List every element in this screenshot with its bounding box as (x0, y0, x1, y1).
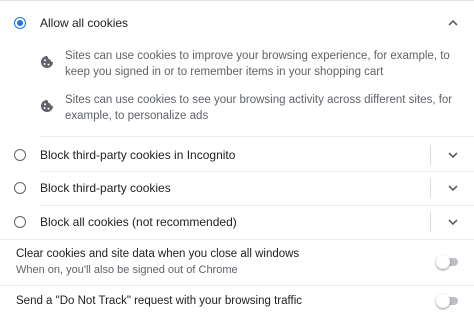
toggle-knob (436, 255, 450, 269)
chevron-down-icon[interactable] (446, 181, 460, 195)
option-label-block-all: Block all cookies (not recommended) (40, 215, 237, 229)
radio-option-block-incognito[interactable]: Block third-party cookies in Incognito (0, 145, 474, 165)
setting-subtitle-clear-on-exit: When on, you'll also be signed out of Ch… (16, 264, 238, 276)
vertical-divider (430, 178, 431, 198)
radio-button-block-third-party[interactable] (14, 182, 26, 194)
vertical-divider (430, 212, 431, 232)
divider (40, 136, 474, 137)
radio-option-block-all[interactable]: Block all cookies (not recommended) (0, 212, 474, 232)
setting-do-not-track: Send a "Do Not Track" request with your … (0, 290, 474, 312)
radio-option-allow-all[interactable]: Allow all cookies (0, 13, 474, 33)
vertical-divider (430, 145, 431, 165)
toggle-knob (436, 294, 450, 308)
option-label-block-incognito: Block third-party cookies in Incognito (40, 148, 236, 162)
setting-clear-on-exit: Clear cookies and site data when you clo… (0, 244, 474, 280)
radio-button-block-incognito[interactable] (14, 149, 26, 161)
divider (40, 171, 474, 172)
divider (0, 285, 474, 286)
chevron-down-icon[interactable] (446, 148, 460, 162)
setting-title-do-not-track: Send a "Do Not Track" request with your … (16, 295, 302, 307)
option-label-allow-all: Allow all cookies (40, 16, 129, 30)
setting-title-clear-on-exit: Clear cookies and site data when you clo… (16, 248, 300, 260)
option-label-block-third-party: Block third-party cookies (40, 181, 171, 195)
detail-text-improve-experience: Sites can use cookies to improve your br… (65, 50, 450, 78)
top-divider (0, 0, 474, 1)
chevron-up-icon[interactable] (446, 16, 460, 30)
radio-option-block-third-party[interactable]: Block third-party cookies (0, 178, 474, 198)
radio-button-allow-all[interactable] (14, 17, 26, 29)
divider (0, 239, 474, 240)
cookie-icon (41, 100, 53, 112)
radio-button-block-all[interactable] (14, 216, 26, 228)
cookie-icon (41, 56, 53, 68)
toggle-clear-on-exit[interactable] (436, 254, 458, 270)
toggle-do-not-track[interactable] (436, 293, 458, 309)
divider (40, 205, 474, 206)
detail-text-personalize-ads: Sites can use cookies to see your browsi… (65, 94, 453, 122)
chevron-down-icon[interactable] (446, 215, 460, 229)
